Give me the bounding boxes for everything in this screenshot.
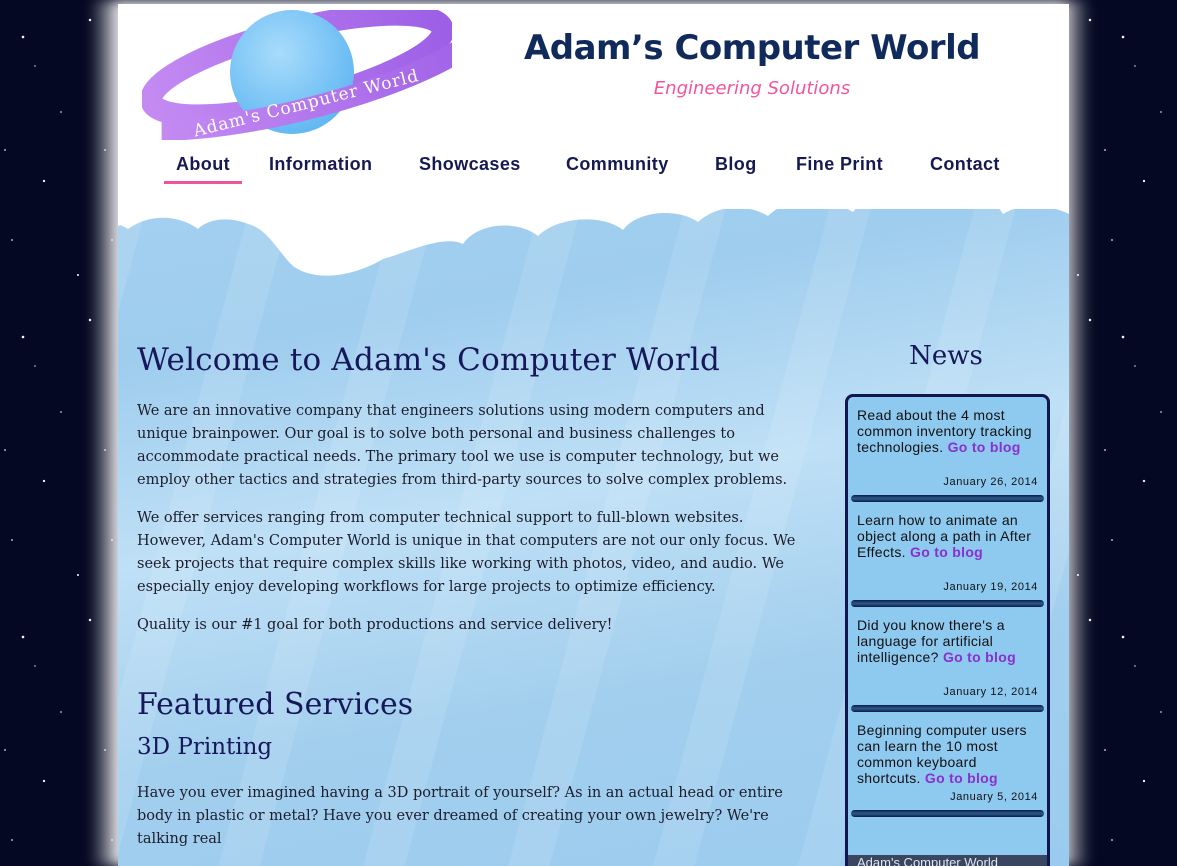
news-footer: Adam's Computer World: [848, 855, 1047, 866]
service-heading: 3D Printing: [137, 734, 273, 760]
intro-paragraph: We are an innovative company that engine…: [137, 403, 788, 488]
site-title: Adam’s Computer World: [523, 28, 981, 68]
news-item: Beginning computer users can learn the 1…: [848, 712, 1047, 817]
go-to-blog-link[interactable]: Go to blog: [943, 649, 1016, 665]
news-separator: [851, 810, 1044, 817]
news-item-date: January 26, 2014: [943, 476, 1038, 488]
news-separator: [851, 705, 1044, 712]
news-item-date: January 5, 2014: [950, 791, 1038, 803]
page-title: Welcome to Adam's Computer World: [137, 342, 721, 378]
site-logo[interactable]: Adam's Computer World: [142, 10, 452, 140]
news-item: Learn how to animate an object along a p…: [848, 502, 1047, 607]
nav-information[interactable]: Information: [269, 154, 372, 181]
nav-about[interactable]: About: [164, 154, 242, 184]
news-panel[interactable]: Read about the 4 most common inventory t…: [845, 394, 1050, 866]
go-to-blog-link[interactable]: Go to blog: [910, 544, 983, 560]
go-to-blog-link[interactable]: Go to blog: [925, 770, 998, 786]
nav-blog[interactable]: Blog: [715, 154, 757, 181]
news-separator: [851, 495, 1044, 502]
featured-services-heading: Featured Services: [137, 687, 414, 722]
site-tagline: Engineering Solutions: [653, 78, 851, 99]
services-paragraph: We offer services ranging from computer …: [137, 510, 796, 595]
nav-fine-print[interactable]: Fine Print: [796, 154, 883, 181]
main-nav: About Information Showcases Community Bl…: [118, 154, 1069, 188]
news-item: Read about the 4 most common inventory t…: [848, 397, 1047, 502]
nav-contact[interactable]: Contact: [930, 154, 1000, 181]
page-container: Adam's Computer World Adam’s Computer Wo…: [118, 4, 1069, 866]
news-item-date: January 12, 2014: [943, 686, 1038, 698]
nav-community[interactable]: Community: [566, 154, 669, 181]
quality-paragraph: Quality is our #1 goal for both producti…: [137, 617, 613, 633]
news-item: Did you know there's a language for arti…: [848, 607, 1047, 712]
cloud-divider: [118, 174, 1069, 276]
service-paragraph: Have you ever imagined having a 3D portr…: [137, 785, 783, 847]
news-title: News: [909, 341, 983, 371]
nav-showcases[interactable]: Showcases: [419, 154, 521, 181]
news-item-date: January 19, 2014: [943, 581, 1038, 593]
main-content: Welcome to Adam's Computer World We are …: [137, 342, 807, 866]
go-to-blog-link[interactable]: Go to blog: [948, 439, 1021, 455]
news-separator: [851, 600, 1044, 607]
